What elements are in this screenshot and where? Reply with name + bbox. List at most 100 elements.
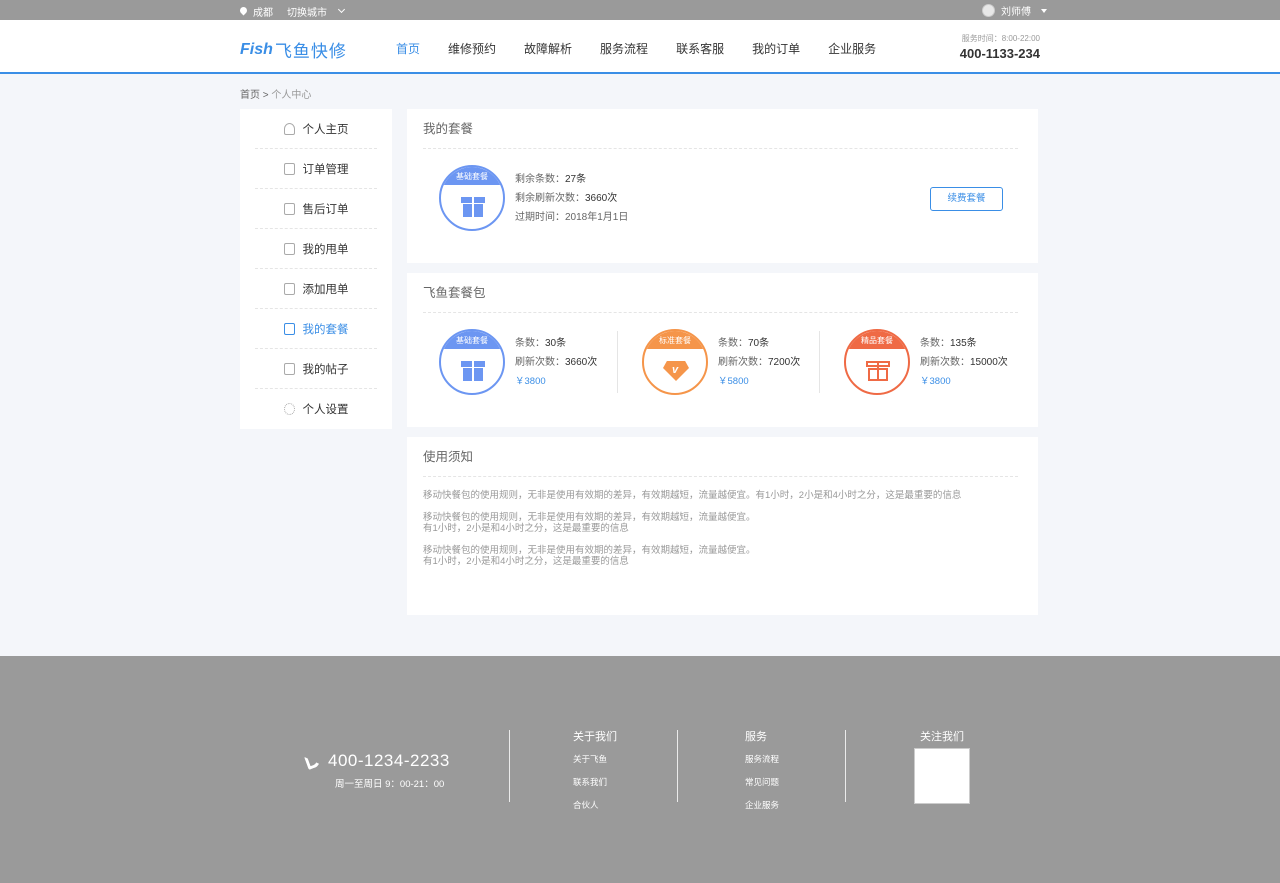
footer-link-about[interactable]: 关于飞鱼 bbox=[573, 753, 617, 765]
sidebar-item-label: 添加甩单 bbox=[302, 283, 349, 296]
divider bbox=[845, 730, 846, 802]
badge-label: 基础套餐 bbox=[441, 331, 503, 349]
footer-link-faq[interactable]: 常见问题 bbox=[745, 776, 779, 788]
package-details: 剩余条数：27条 剩余刷新次数：3660次 过期时间：2018年1月1日 bbox=[515, 170, 628, 227]
caret-down-icon bbox=[1041, 8, 1047, 13]
expire-value: 2018年1月1日 bbox=[565, 211, 629, 223]
sidebar-item-label: 售后订单 bbox=[302, 203, 349, 216]
divider bbox=[617, 331, 618, 393]
count-value: 70条 bbox=[748, 337, 770, 349]
main-nav: 首页 维修预约 故障解析 服务流程 联系客服 我的订单 企业服务 bbox=[396, 40, 904, 57]
breadcrumb-current: 个人中心 bbox=[271, 90, 312, 101]
package-badge: 基础套餐 bbox=[439, 329, 505, 395]
package-badge: 精品套餐 bbox=[844, 329, 910, 395]
breadcrumb-home[interactable]: 首页 bbox=[240, 90, 260, 101]
price: ￥3800 bbox=[920, 375, 951, 387]
notice-paragraph: 移动快餐包的使用规则，无非是使用有效期的差异，有效期越短，流量越便宜。有1小时，… bbox=[423, 490, 1018, 501]
header: Fish 飞鱼快修 首页 维修预约 故障解析 服务流程 联系客服 我的订单 企业… bbox=[0, 20, 1280, 74]
badge-label: 标准套餐 bbox=[644, 331, 706, 349]
footer-link-enterprise[interactable]: 企业服务 bbox=[745, 799, 779, 811]
nav-my-orders[interactable]: 我的订单 bbox=[752, 40, 800, 57]
sidebar-item-profile[interactable]: 个人主页 bbox=[255, 109, 377, 149]
qr-code bbox=[914, 748, 970, 804]
sidebar: 个人主页 订单管理 售后订单 我的甩单 添加甩单 我的套餐 我的帖子 个人设置 bbox=[240, 109, 392, 429]
remaining-value: 27条 bbox=[565, 173, 587, 185]
sidebar-item-orders[interactable]: 订单管理 bbox=[255, 149, 377, 189]
package-card-premium[interactable]: 精品套餐 条数：135条 刷新次数：15000次 ￥3800 bbox=[844, 329, 1008, 395]
breadcrumb: 首页 > 个人中心 bbox=[240, 86, 311, 101]
my-package-panel: 我的套餐 基础套餐 剩余条数：27条 剩余刷新次数：3660次 过期时间：201… bbox=[407, 109, 1038, 263]
notice-line: 移动快餐包的使用规则，无非是使用有效期的差异，有效期越短，流量越便宜。 bbox=[423, 512, 756, 523]
location-selector[interactable]: 成都 切换城市 bbox=[240, 4, 346, 19]
footer-link-contact[interactable]: 联系我们 bbox=[573, 776, 617, 788]
gift-icon bbox=[283, 322, 295, 335]
count-label: 条数： bbox=[515, 337, 545, 349]
remaining-label: 剩余条数： bbox=[515, 173, 565, 185]
footer-service: 服务 服务流程 常见问题 企业服务 bbox=[745, 728, 779, 822]
clipboard-icon bbox=[283, 162, 295, 175]
expire-label: 过期时间： bbox=[515, 211, 565, 223]
post-icon bbox=[283, 362, 295, 375]
sidebar-item-my-package[interactable]: 我的套餐 bbox=[255, 309, 377, 349]
footer-link-partner[interactable]: 合伙人 bbox=[573, 799, 617, 811]
sidebar-item-label: 订单管理 bbox=[302, 163, 349, 176]
footer-link-process[interactable]: 服务流程 bbox=[745, 753, 779, 765]
switch-city-link[interactable]: 切换城市 bbox=[287, 4, 327, 19]
notice-panel: 使用须知 移动快餐包的使用规则，无非是使用有效期的差异，有效期越短，流量越便宜。… bbox=[407, 437, 1038, 615]
nav-repair-booking[interactable]: 维修预约 bbox=[448, 40, 496, 57]
refresh-value: 7200次 bbox=[768, 356, 801, 368]
package-card-basic[interactable]: 基础套餐 条数：30条 刷新次数：3660次 ￥3800 bbox=[439, 329, 597, 395]
phone-icon bbox=[304, 752, 322, 770]
sidebar-item-add-dispatch[interactable]: 添加甩单 bbox=[255, 269, 377, 309]
renew-package-button[interactable]: 续费套餐 bbox=[930, 187, 1003, 211]
refresh-label: 刷新次数： bbox=[718, 356, 768, 368]
notice-line: 移动快餐包的使用规则，无非是使用有效期的差异，有效期越短，流量越便宜。 bbox=[423, 545, 756, 556]
count-label: 条数： bbox=[920, 337, 950, 349]
nav-contact-support[interactable]: 联系客服 bbox=[676, 40, 724, 57]
sidebar-item-settings[interactable]: 个人设置 bbox=[255, 389, 377, 429]
refresh-value: 3660次 bbox=[585, 192, 618, 204]
service-info: 服务时间：8:00-22:00 400-1133-234 bbox=[960, 33, 1040, 61]
divider bbox=[509, 730, 510, 802]
divider bbox=[819, 331, 820, 393]
logo-en: Fish bbox=[240, 40, 273, 58]
packages-panel: 飞鱼套餐包 基础套餐 条数：30条 刷新次数：3660次 ￥3800 标准套餐 … bbox=[407, 273, 1038, 427]
notice-line: 有1小时，2小是和4小时之分，这是最重要的信息 bbox=[423, 556, 629, 567]
sidebar-item-my-dispatch[interactable]: 我的甩单 bbox=[255, 229, 377, 269]
sidebar-item-my-posts[interactable]: 我的帖子 bbox=[255, 349, 377, 389]
package-badge: 标准套餐 bbox=[642, 329, 708, 395]
package-details: 条数：30条 刷新次数：3660次 ￥3800 bbox=[515, 334, 597, 391]
nav-enterprise[interactable]: 企业服务 bbox=[828, 40, 876, 57]
footer-about: 关于我们 关于飞鱼 联系我们 合伙人 bbox=[573, 728, 617, 822]
user-menu[interactable]: 刘师傅 bbox=[982, 3, 1047, 18]
location-pin-icon bbox=[240, 7, 247, 16]
footer-service-title: 服务 bbox=[745, 731, 767, 743]
diamond-icon bbox=[663, 361, 689, 381]
nav-fault-analysis[interactable]: 故障解析 bbox=[524, 40, 572, 57]
footer-phone: 400-1234-2233 bbox=[304, 751, 450, 771]
refresh-label: 刷新次数： bbox=[920, 356, 970, 368]
footer-phone-number: 400-1234-2233 bbox=[328, 751, 450, 770]
username: 刘师傅 bbox=[1001, 7, 1031, 18]
refresh-value: 15000次 bbox=[970, 356, 1008, 368]
chevron-down-icon bbox=[337, 5, 346, 14]
panel-title: 飞鱼套餐包 bbox=[423, 273, 1018, 313]
badge-label: 精品套餐 bbox=[846, 331, 908, 349]
refresh-label: 剩余刷新次数： bbox=[515, 192, 585, 204]
notice-line: 移动快餐包的使用规则，无非是使用有效期的差异，有效期越短，流量越便宜。有1小时，… bbox=[423, 490, 962, 501]
nav-service-process[interactable]: 服务流程 bbox=[600, 40, 648, 57]
sidebar-item-label: 个人设置 bbox=[302, 404, 349, 416]
sidebar-item-label: 我的帖子 bbox=[302, 363, 349, 376]
price: ￥5800 bbox=[718, 375, 749, 387]
sidebar-item-after-sales[interactable]: 售后订单 bbox=[255, 189, 377, 229]
service-icon bbox=[283, 202, 295, 215]
package-card-standard[interactable]: 标准套餐 条数：70条 刷新次数：7200次 ￥5800 bbox=[642, 329, 800, 395]
panel-title: 我的套餐 bbox=[423, 109, 1018, 149]
footer: 400-1234-2233 周一至周日 9：00-21：00 关于我们 关于飞鱼… bbox=[0, 656, 1280, 883]
notice-text: 移动快餐包的使用规则，无非是使用有效期的差异，有效期越短，流量越便宜。有1小时，… bbox=[423, 490, 1018, 567]
nav-home[interactable]: 首页 bbox=[396, 40, 420, 57]
gift-icon bbox=[866, 361, 890, 381]
gear-icon bbox=[283, 403, 295, 415]
logo[interactable]: Fish 飞鱼快修 bbox=[240, 37, 347, 62]
price: ￥3800 bbox=[515, 375, 546, 387]
